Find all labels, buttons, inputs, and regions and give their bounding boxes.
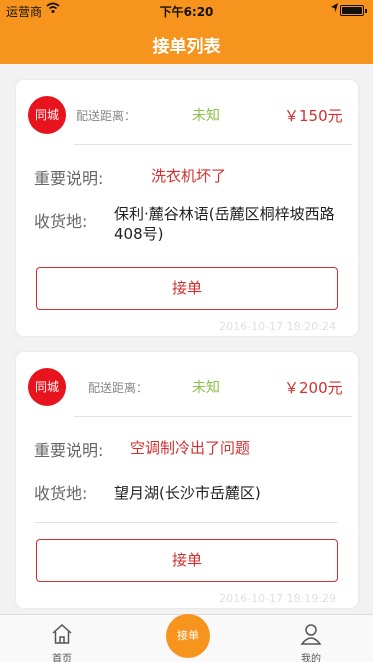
accept-order-button[interactable]: 接单 [36, 267, 338, 310]
divider [74, 144, 352, 145]
battery-icon [340, 5, 367, 16]
tab-mine[interactable]: 我的 [281, 615, 341, 662]
distance-label: 配送距离： [88, 381, 149, 395]
order-card: 同城 配送距离： 未知 ￥200元 重要说明: 空调制冷出了问题 收货地: 望月… [16, 352, 358, 608]
home-icon [52, 623, 72, 644]
city-badge: 同城 [28, 96, 66, 134]
city-badge: 同城 [28, 368, 66, 406]
note-label: 重要说明: [34, 441, 104, 460]
user-icon [300, 624, 322, 645]
address-line-2: 408号) [114, 225, 164, 243]
distance-label: 配送距离： [76, 109, 137, 123]
status-bar: 运营商 下午6:20 [0, 0, 373, 20]
order-price: ￥200元 [284, 379, 343, 397]
address-line-1: 望月湖(长沙市岳麓区) [114, 484, 261, 502]
distance-value: 未知 [192, 108, 220, 124]
accept-order-button[interactable]: 接单 [36, 539, 338, 582]
tab-home[interactable]: 首页 [32, 615, 92, 662]
tab-mine-label: 我的 [301, 654, 321, 662]
distance-value: 未知 [192, 380, 220, 396]
clock-time: 下午6:20 [159, 5, 214, 19]
order-note: 空调制冷出了问题 [130, 439, 251, 457]
page-title: 接单列表 [152, 37, 221, 57]
divider [34, 522, 338, 523]
tab-accept-order[interactable]: 接单 [166, 614, 210, 658]
nav-bar: 接单列表 [0, 20, 373, 64]
order-card: 同城 配送距离： 未知 ￥150元 重要说明: 洗衣机坏了 收货地: 保利·麓谷… [16, 80, 358, 336]
location-arrow-icon [330, 2, 339, 16]
address-line-1: 保利·麓谷林语(岳麓区桐梓坡西路 [114, 205, 335, 223]
order-timestamp: 2016-10-17 18:20:24 [219, 320, 336, 333]
address-label: 收货地: [34, 212, 88, 231]
note-label: 重要说明: [34, 169, 104, 188]
order-note: 洗衣机坏了 [151, 167, 227, 185]
address-label: 收货地: [34, 484, 88, 503]
order-timestamp: 2016-10-17 18:19:29 [219, 592, 336, 605]
divider [74, 416, 352, 417]
order-price: ￥150元 [284, 107, 343, 125]
tab-home-label: 首页 [52, 654, 72, 662]
